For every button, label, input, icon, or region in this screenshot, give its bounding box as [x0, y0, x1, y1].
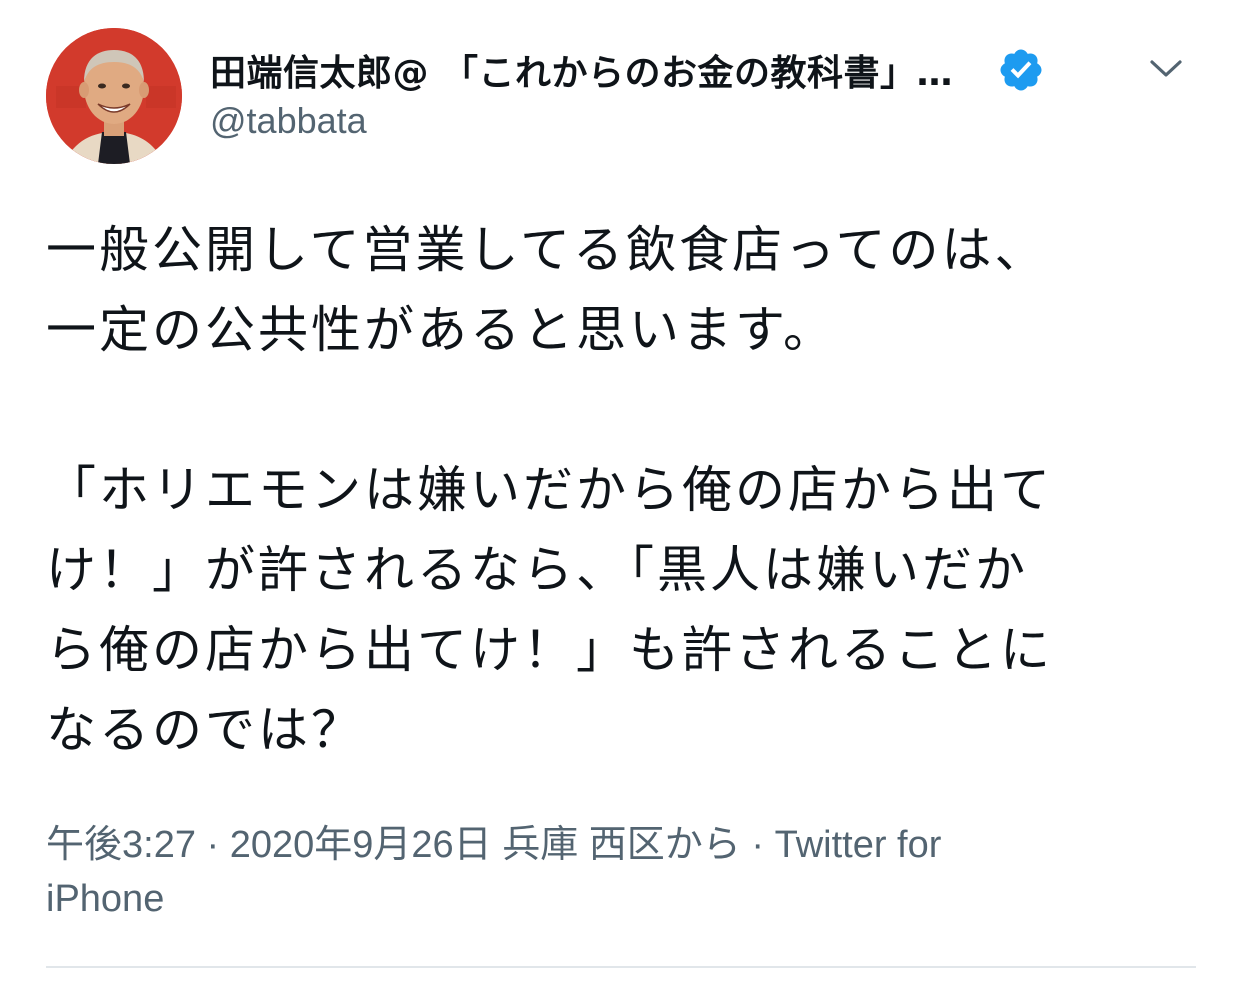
- chevron-down-icon[interactable]: [1148, 50, 1184, 86]
- tweet-text-line: ら俺の店から出てけ！」も許されることに: [46, 621, 1053, 679]
- tweet-date[interactable]: 2020年9月26日: [230, 824, 492, 866]
- avatar-photo: [46, 28, 182, 164]
- tweet-text-line: 「ホリエモンは嫌いだから俺の店から出て: [46, 461, 1053, 519]
- tweet-location[interactable]: 兵庫 西区から: [502, 824, 741, 866]
- tweet-text-line: け！」が許されるなら、「黒人は嫌いだか: [46, 541, 1028, 599]
- tweet-source[interactable]: Twitter for: [775, 824, 942, 866]
- author-handle[interactable]: @tabbata: [210, 100, 367, 142]
- tweet-time[interactable]: 午後3:27: [46, 824, 196, 866]
- tweet-meta-line: iPhone: [46, 872, 1196, 926]
- tweet-meta: 午後3:27 · 2020年9月26日 兵庫 西区から · Twitter fo…: [46, 818, 1196, 926]
- verified-badge-icon: [997, 46, 1045, 94]
- tweet-text-line: なるのでは？: [46, 701, 364, 759]
- tweet: 田端信太郎@ 「これからのお金の教科書」… @tabbata 一般公開して営業し…: [0, 0, 1242, 982]
- meta-separator: ·: [740, 824, 775, 866]
- meta-separator: ·: [195, 824, 230, 866]
- tweet-meta-line: 午後3:27 · 2020年9月26日 兵庫 西区から · Twitter fo…: [46, 818, 1196, 872]
- tweet-text: 一般公開して営業してる飲食店ってのは、 一定の公共性があると思います。 「ホリエ…: [46, 210, 1196, 770]
- tweet-text-line: 一定の公共性があると思います。: [46, 301, 836, 359]
- tweet-source-continued[interactable]: iPhone: [46, 878, 164, 920]
- tweet-text-line: 一般公開して営業してる飲食店ってのは、: [46, 221, 1048, 279]
- author-name-row: 田端信太郎@ 「これからのお金の教科書」…: [210, 42, 1045, 98]
- divider: [46, 966, 1196, 968]
- avatar[interactable]: [46, 28, 182, 164]
- author-display-name[interactable]: 田端信太郎@ 「これからのお金の教科書」…: [210, 44, 953, 96]
- tweet-header: 田端信太郎@ 「これからのお金の教科書」… @tabbata: [46, 28, 1196, 168]
